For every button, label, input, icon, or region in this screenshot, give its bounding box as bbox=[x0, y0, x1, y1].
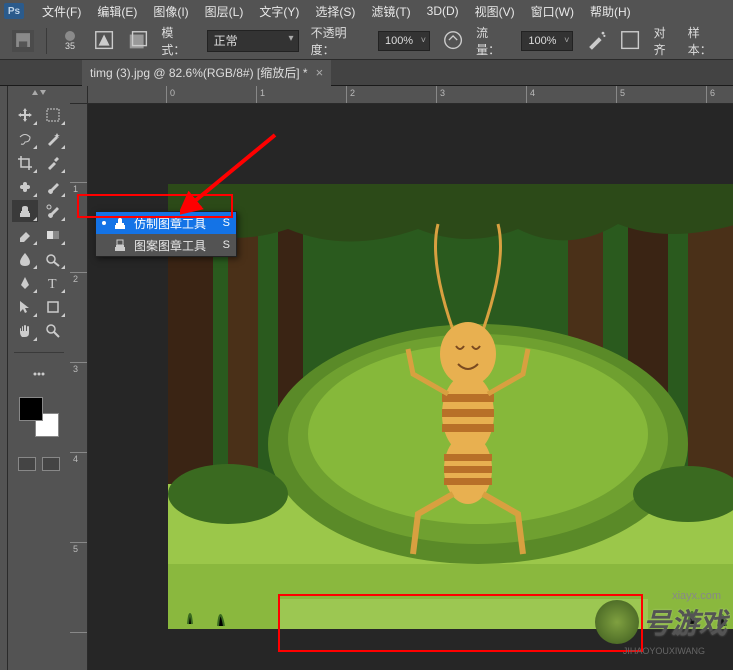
left-toolbar: T bbox=[8, 86, 70, 670]
history-brush-tool[interactable] bbox=[40, 200, 66, 222]
opacity-pressure-icon[interactable] bbox=[442, 30, 464, 52]
shape-tool[interactable] bbox=[40, 296, 66, 318]
separator bbox=[46, 28, 47, 54]
menu-filter[interactable]: 滤镜(T) bbox=[363, 0, 418, 23]
opacity-input[interactable]: 100% bbox=[378, 31, 430, 51]
document-tab-bar: timg (3).jpg @ 82.6%(RGB/8#) [缩放后] * × bbox=[0, 60, 733, 86]
screenmode-icon[interactable] bbox=[42, 457, 60, 471]
type-tool[interactable]: T bbox=[40, 272, 66, 294]
tool-preset-icon[interactable] bbox=[12, 30, 34, 52]
blur-tool[interactable] bbox=[12, 248, 38, 270]
flyout-label: 图案图章工具 bbox=[134, 237, 217, 254]
ruler-corner bbox=[70, 86, 88, 104]
menu-3d[interactable]: 3D(D) bbox=[419, 1, 467, 21]
menu-help[interactable]: 帮助(H) bbox=[582, 0, 639, 23]
toolbar-collapse-icon[interactable] bbox=[30, 90, 48, 100]
menu-type[interactable]: 文字(Y) bbox=[251, 0, 307, 23]
crop-tool[interactable] bbox=[12, 152, 38, 174]
hand-tool[interactable] bbox=[12, 320, 38, 342]
main-area: T 0 1 2 3 4 5 bbox=[0, 86, 733, 670]
document-tab[interactable]: timg (3).jpg @ 82.6%(RGB/8#) [缩放后] * × bbox=[82, 60, 331, 86]
dodge-tool[interactable] bbox=[40, 248, 66, 270]
path-select-tool[interactable] bbox=[12, 296, 38, 318]
menu-edit[interactable]: 编辑(E) bbox=[89, 0, 145, 23]
flow-label: 流量： bbox=[476, 24, 509, 58]
foreground-color[interactable] bbox=[19, 397, 43, 421]
workspace: 0 1 2 3 4 5 6 1 2 3 4 5 bbox=[70, 86, 733, 670]
pattern-stamp-icon bbox=[112, 238, 128, 252]
pen-tool[interactable] bbox=[12, 272, 38, 294]
menu-window[interactable]: 窗口(W) bbox=[523, 0, 582, 23]
watermark-sub: JIHAOYOUXIWANG bbox=[623, 646, 705, 656]
toolbar-grip[interactable] bbox=[0, 86, 8, 670]
flyout-label: 仿制图章工具 bbox=[134, 215, 217, 232]
eraser-tool[interactable] bbox=[12, 224, 38, 246]
clone-stamp-icon bbox=[112, 216, 128, 230]
magic-wand-tool[interactable] bbox=[40, 128, 66, 150]
menu-layer[interactable]: 图层(L) bbox=[197, 0, 252, 23]
tab-title: timg (3).jpg @ 82.6%(RGB/8#) [缩放后] * bbox=[90, 64, 308, 81]
quickmask-icon[interactable] bbox=[18, 457, 36, 471]
svg-text:T: T bbox=[48, 277, 57, 291]
align-checkbox[interactable] bbox=[619, 30, 641, 52]
clone-source-icon[interactable] bbox=[127, 30, 149, 52]
options-bar: 35 模式： 正常 不透明度： 100% 流量： 100% 对齐 样本： bbox=[0, 22, 733, 60]
move-tool[interactable] bbox=[12, 104, 38, 126]
flyout-shortcut: S bbox=[223, 217, 230, 229]
tab-close-icon[interactable]: × bbox=[316, 65, 324, 80]
brush-tool[interactable] bbox=[40, 176, 66, 198]
zoom-tool[interactable] bbox=[40, 320, 66, 342]
canvas[interactable]: 仿制图章工具 S 图案图章工具 S bbox=[88, 104, 733, 670]
menu-file[interactable]: 文件(F) bbox=[34, 0, 89, 23]
clone-stamp-flyout: 仿制图章工具 S 图案图章工具 S bbox=[95, 211, 237, 257]
menu-view[interactable]: 视图(V) bbox=[467, 0, 523, 23]
brush-size-label: 35 bbox=[65, 41, 75, 51]
edit-toolbar-icon[interactable] bbox=[26, 363, 52, 385]
airbrush-icon[interactable] bbox=[585, 30, 607, 52]
color-swatches[interactable] bbox=[19, 397, 59, 437]
eyedropper-tool[interactable] bbox=[40, 152, 66, 174]
menu-bar: Ps 文件(F) 编辑(E) 图像(I) 图层(L) 文字(Y) 选择(S) 滤… bbox=[0, 0, 733, 22]
flyout-item-clone-stamp[interactable]: 仿制图章工具 S bbox=[96, 212, 236, 234]
ps-logo-icon: Ps bbox=[4, 3, 24, 19]
mode-select[interactable]: 正常 bbox=[207, 30, 299, 52]
menu-select[interactable]: 选择(S) bbox=[307, 0, 363, 23]
watermark-text: 号游戏 bbox=[643, 602, 727, 642]
gradient-tool[interactable] bbox=[40, 224, 66, 246]
watermark: 号游戏 bbox=[595, 600, 727, 644]
document-image bbox=[168, 184, 733, 629]
flyout-selected-icon bbox=[102, 221, 106, 225]
brush-panel-icon[interactable] bbox=[93, 30, 115, 52]
flow-input[interactable]: 100% bbox=[521, 31, 573, 51]
mode-label: 模式： bbox=[161, 24, 194, 58]
opacity-label: 不透明度： bbox=[311, 24, 366, 58]
watermark-logo-icon bbox=[595, 600, 639, 644]
menu-image[interactable]: 图像(I) bbox=[145, 0, 196, 23]
sample-label: 样本： bbox=[688, 24, 721, 58]
align-label: 对齐 bbox=[654, 24, 676, 58]
lasso-tool[interactable] bbox=[12, 128, 38, 150]
brush-preview[interactable]: 35 bbox=[59, 31, 81, 51]
clone-stamp-tool[interactable] bbox=[12, 200, 38, 222]
flyout-item-pattern-stamp[interactable]: 图案图章工具 S bbox=[96, 234, 236, 256]
ruler-vertical[interactable]: 1 2 3 4 5 bbox=[70, 104, 88, 670]
healing-tool[interactable] bbox=[12, 176, 38, 198]
marquee-tool[interactable] bbox=[40, 104, 66, 126]
ruler-horizontal[interactable]: 0 1 2 3 4 5 6 bbox=[88, 86, 733, 104]
flyout-shortcut: S bbox=[223, 239, 230, 251]
